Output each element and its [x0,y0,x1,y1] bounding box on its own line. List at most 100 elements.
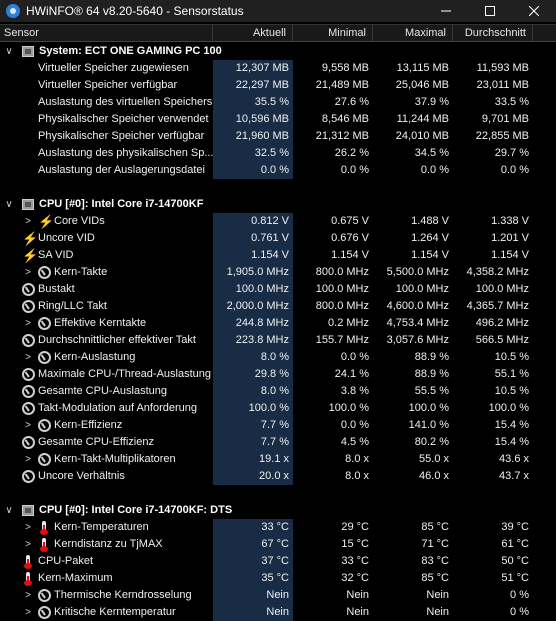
minimum-value: 100.0 MHz [315,283,369,295]
minimum-value: 21,489 MB [315,79,369,91]
sensor-row[interactable]: > Kern-Takte 1,905.0 MHz 800.0 MHz 5,500.0 M… [0,264,556,281]
sensor-label: Core VIDs [54,215,105,227]
sensor-row[interactable]: Auslastung der Auslagerungsdatei 0.0 % 0.0… [0,162,556,179]
expand-chevron-icon[interactable]: > [22,264,34,281]
maximize-button[interactable] [468,0,512,22]
group-separator [0,179,556,196]
current-value: 8.0 % [213,383,293,400]
sensor-row[interactable]: Physikalischer Speicher verwendet 10,596 … [0,111,556,128]
sensor-row[interactable]: Ring/LLC Takt 2,000.0 MHz 800.0 MHz 4,600.0… [0,298,556,315]
sensor-row[interactable]: > Effektive Kerntakte 244.8 MHz 0.2 MHz 4,75… [0,315,556,332]
column-header: Sensor Aktuell Minimal Maximal Durchschn… [0,24,556,42]
average-value: 61 °C [501,538,529,550]
current-value: Nein [213,604,293,621]
expand-chevron-icon[interactable]: > [22,536,34,553]
column-header-minimum[interactable]: Minimal [293,25,373,42]
sensor-row[interactable]: Gesamte CPU-Auslastung 8.0 % 3.8 % 55.5 % 10… [0,383,556,400]
expand-chevron-icon[interactable]: > [22,519,34,536]
expand-chevron-icon[interactable]: > [22,587,34,604]
average-value: 23,011 MB [476,79,529,91]
sensor-row[interactable]: Physikalischer Speicher verfügbar 21,960 … [0,128,556,145]
current-value: 7.7 % [213,434,293,451]
clock-gauge-icon [38,266,51,279]
sensor-row[interactable]: > Kritische Kerntemperatur Nein Nein Nein 0 % [0,604,556,621]
collapse-chevron-icon[interactable]: ∨ [4,196,14,213]
sensor-label: Kern-Takt-Multiplikatoren [54,453,176,465]
current-value: 100.0 % [213,400,293,417]
collapse-chevron-icon[interactable]: ∨ [4,502,14,519]
sensor-row[interactable]: ⚡ Uncore VID 0.761 V 0.676 V 1.264 V 1.201 V [0,230,556,247]
sensor-row[interactable]: Gesamte CPU-Effizienz 7.7 % 4.5 % 80.2 % 15.… [0,434,556,451]
sensor-row[interactable]: Virtueller Speicher zugewiesen 12,307 MB 9… [0,60,556,77]
sensor-row[interactable]: Maximale CPU-/Thread-Auslastung 29.8 % 24.… [0,366,556,383]
sensor-row[interactable]: > Kern-Takt-Multiplikatoren 19.1 x 8.0 x 55.… [0,451,556,468]
sensor-row[interactable]: Kern-Maximum 35 °C 32 °C 85 °C 51 °C [0,570,556,587]
sensor-label: Kerndistanz zu TjMAX [54,538,163,550]
sensor-row[interactable]: > Kern-Effizienz 7.7 % 0.0 % 141.0 % 15.4 % [0,417,556,434]
minimum-value: 21,312 MB [315,130,369,142]
sensor-row[interactable]: Takt-Modulation auf Anforderung 100.0 % 10… [0,400,556,417]
column-header-sensor[interactable]: Sensor [0,25,213,42]
current-value: 1.154 V [213,247,293,264]
window-title: HWiNFO® 64 v8.20-5640 - Sensorstatus [26,4,244,18]
sensor-label: Physikalischer Speicher verwendet [38,113,209,125]
minimize-button[interactable] [424,0,468,22]
maximum-value: 100.0 MHz [395,283,449,295]
close-icon [529,6,539,16]
sensor-group-header[interactable]: ∨ System: ECT ONE GAMING PC 100 [0,43,556,60]
maximum-value: 1.264 V [411,232,449,244]
sensor-row[interactable]: > Kern-Auslastung 8.0 % 0.0 % 88.9 % 10.5 % [0,349,556,366]
average-value: 10.5 % [494,351,529,363]
clock-gauge-icon [38,419,51,432]
sensor-row[interactable]: > ⚡ Core VIDs 0.812 V 0.675 V 1.488 V 1.338 V [0,213,556,230]
expand-chevron-icon[interactable]: > [22,417,34,434]
sensor-row[interactable]: Auslastung des virtuellen Speichers 35.5 … [0,94,556,111]
maximum-value: 141.0 % [408,419,449,431]
sensor-row[interactable]: Durchschnittlicher effektiver Takt 223.8 … [0,332,556,349]
sensor-label: CPU-Paket [38,555,94,567]
column-header-maximum[interactable]: Maximal [373,25,453,42]
minimum-value: 24.1 % [334,368,369,380]
sensor-row[interactable]: Auslastung des physikalischen Sp... 32.5 … [0,145,556,162]
sensor-row[interactable]: Uncore Verhältnis 20.0 x 8.0 x 46.0 x 43.7 x [0,468,556,485]
expand-chevron-icon[interactable]: > [22,315,34,332]
sensor-group-header[interactable]: ∨ CPU [#0]: Intel Core i7-14700KF: DTS [0,502,556,519]
sensor-row[interactable]: ⚡ SA VID 1.154 V 1.154 V 1.154 V 1.154 V [0,247,556,264]
sensor-row[interactable]: > Kerndistanz zu TjMAX 67 °C 15 °C 71 °C 61 °… [0,536,556,553]
sensor-group-header[interactable]: ∨ CPU [#0]: Intel Core i7-14700KF [0,196,556,213]
maximum-value: 24,010 MB [395,130,449,142]
voltage-bolt-icon: ⚡ [38,214,55,229]
maximize-icon [485,6,495,16]
collapse-chevron-icon[interactable]: ∨ [4,43,14,60]
maximum-value: 83 °C [421,555,449,567]
expand-chevron-icon[interactable]: > [22,349,34,366]
column-header-average[interactable]: Durchschnitt [453,25,533,42]
title-bar: HWiNFO® 64 v8.20-5640 - Sensorstatus [0,0,556,22]
minimum-value: 9,558 MB [321,62,369,74]
current-value: 37 °C [213,553,293,570]
sensor-row[interactable]: CPU-Paket 37 °C 33 °C 83 °C 50 °C [0,553,556,570]
sensor-row[interactable]: Bustakt 100.0 MHz 100.0 MHz 100.0 MHz 100.0 … [0,281,556,298]
current-value: 29.8 % [213,366,293,383]
sensor-row[interactable]: Virtueller Speicher verfügbar 22,297 MB 21… [0,77,556,94]
sensor-row[interactable]: > Thermische Kerndrosselung Nein Nein Nein 0 … [0,587,556,604]
sensor-label: Gesamte CPU-Effizienz [38,436,154,448]
average-value: 1.154 V [491,249,529,261]
close-button[interactable] [512,0,556,22]
maximum-value: 85 °C [421,521,449,533]
current-value: 100.0 MHz [213,281,293,298]
average-value: 9,701 MB [481,113,529,125]
column-header-current[interactable]: Aktuell [213,25,293,42]
sensor-row[interactable]: > Kern-Temperaturen 33 °C 29 °C 85 °C 39 °C [0,519,556,536]
current-value: 7.7 % [213,417,293,434]
expand-chevron-icon[interactable]: > [22,213,34,230]
clock-gauge-icon [22,436,35,449]
current-value: 35 °C [213,570,293,587]
maximum-value: 4,753.4 MHz [386,317,449,329]
scrollbar[interactable] [550,43,556,621]
sensor-label: SA VID [38,249,74,261]
clock-gauge-icon [22,334,35,347]
expand-chevron-icon[interactable]: > [22,604,34,621]
sensor-list[interactable]: ∨ System: ECT ONE GAMING PC 100 Virtueller… [0,43,556,621]
expand-chevron-icon[interactable]: > [22,451,34,468]
